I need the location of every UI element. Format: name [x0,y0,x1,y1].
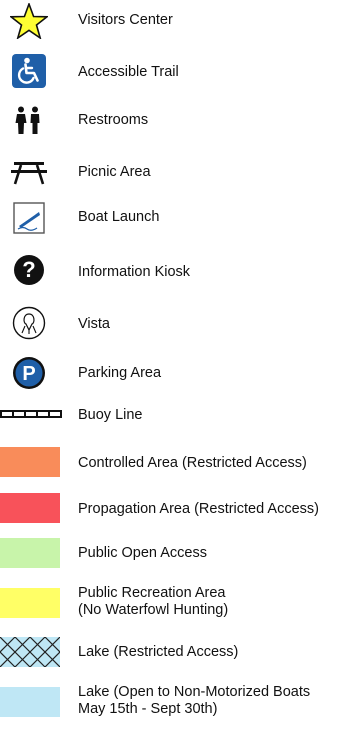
legend-item-information-kiosk: ? Information Kiosk [0,252,351,292]
legend-item-public-open-access: Public Open Access [0,538,351,570]
svg-text:?: ? [22,257,35,282]
legend-item-lake-restricted: Lake (Restricted Access) [0,637,351,669]
legend-item-controlled-area: Controlled Area (Restricted Access) [0,447,351,479]
boat-launch-icon [13,202,45,234]
question-mark-icon: ? [14,255,44,285]
legend-label: Lake (Restricted Access) [78,644,239,660]
legend-label: Buoy Line [78,407,143,423]
legend-label: Propagation Area (Restricted Access) [78,501,319,517]
parking-glyph: P [22,363,35,385]
wheelchair-icon [12,54,46,88]
parking-icon: P [13,357,45,389]
legend-item-public-recreation-area: Public Recreation Area (No Waterfowl Hun… [0,584,351,624]
picnic-table-icon [11,162,47,185]
lake-open-swatch [0,687,60,717]
lake-restricted-swatch [0,637,60,667]
legend-label: Controlled Area (Restricted Access) [78,455,307,471]
legend-item-propagation-area: Propagation Area (Restricted Access) [0,493,351,525]
legend-label: Parking Area [78,365,162,381]
legend-label: Public Open Access [78,545,207,561]
legend-label: Vista [78,316,110,332]
legend-item-parking-area: P Parking Area [0,355,351,391]
legend-label: Picnic Area [78,164,151,180]
legend-label-line2: May 15th - Sept 30th) [78,701,218,717]
public-open-access-swatch [0,538,60,568]
legend-label: Accessible Trail [78,64,179,80]
legend-item-buoy-line: Buoy Line [0,402,351,430]
propagation-area-swatch [0,493,60,523]
controlled-area-swatch [0,447,60,477]
buoy-line-icon [0,410,62,418]
restroom-icon [15,106,40,134]
legend-label: Information Kiosk [78,264,191,280]
legend-item-vista: Vista [0,305,351,341]
legend-item-visitors-center: Visitors Center [0,0,351,40]
public-recreation-area-swatch [0,588,60,618]
legend-label-line1: Lake (Open to Non-Motorized Boats [78,684,311,700]
legend-label: Visitors Center [78,12,173,28]
legend-item-restrooms: Restrooms [0,103,351,139]
legend-item-boat-launch: Boat Launch [0,200,351,240]
star-icon [10,3,48,39]
legend-label: Boat Launch [78,209,160,225]
vista-icon [12,306,46,340]
legend-label-line2: (No Waterfowl Hunting) [78,602,229,618]
legend-item-picnic-area: Picnic Area [0,155,351,191]
legend-label: Restrooms [78,112,149,128]
legend-label-line1: Public Recreation Area [78,585,226,601]
legend-item-accessible-trail: Accessible Trail [0,52,351,92]
map-legend: Visitors Center Accessible Trail Restroo… [0,0,351,732]
legend-item-lake-open: Lake (Open to Non-Motorized Boats May 15… [0,683,351,723]
